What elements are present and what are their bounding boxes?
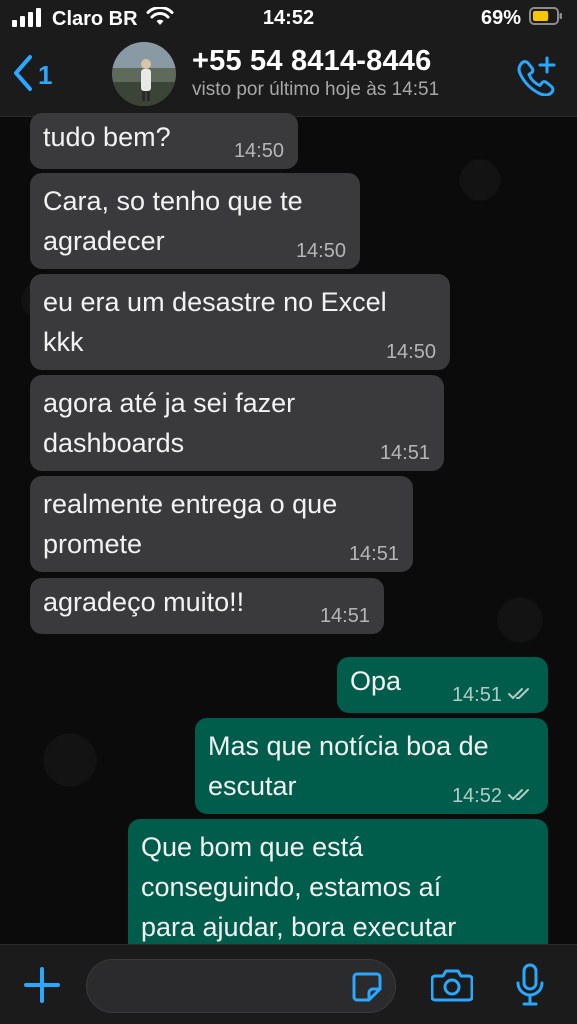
message-text: realmente entrega o que promete [43, 489, 338, 559]
message-time: 14:51 [348, 543, 399, 565]
chat-screen: Claro BR 14:52 69% 1 +55 54 8414-8446 vi… [0, 0, 577, 1024]
last-seen-status: visto por último hoje às 14:51 [192, 79, 440, 100]
attach-button[interactable] [22, 965, 62, 1010]
status-bar: Claro BR 14:52 69% [0, 0, 577, 36]
message-bubble[interactable]: eu era um desastre no Excel kkk 14:50 [30, 274, 450, 370]
message-input[interactable] [86, 959, 396, 1013]
chat-header: 1 +55 54 8414-8446 visto por último hoje… [0, 36, 577, 117]
message-text: Que bom que está conseguindo, estamos aí… [141, 832, 457, 942]
message-bubble[interactable]: Cara, so tenho que te agradecer 14:50 [30, 173, 360, 269]
message-text: eu era um desastre no Excel kkk [43, 287, 387, 357]
message-bubble[interactable]: agradeço muito!! 14:51 [30, 578, 384, 634]
message-time: 14:50 [233, 140, 284, 162]
message-time: 14:51 [319, 605, 370, 627]
double-check-icon [508, 786, 534, 806]
message-bubble[interactable]: Opa 14:51 [337, 657, 548, 713]
chevron-left-icon [12, 54, 34, 97]
microphone-button[interactable] [514, 963, 546, 1012]
message-time: 14:50 [385, 341, 436, 363]
message-time: 14:51 [379, 442, 430, 464]
message-time: 14:51 [451, 684, 502, 706]
status-time: 14:52 [262, 7, 315, 29]
avatar[interactable] [112, 42, 176, 106]
microphone-icon [514, 963, 546, 1011]
battery-icon [529, 7, 563, 30]
unread-count: 1 [38, 60, 53, 90]
camera-button[interactable] [430, 967, 474, 1008]
message-time: 14:52 [451, 785, 502, 807]
message-bubble[interactable]: Mas que notícia boa de escutar 14:52 [195, 718, 548, 814]
message-composer [0, 944, 577, 1024]
message-bubble[interactable]: tudo bem? 14:50 [30, 113, 298, 169]
sticker-icon [351, 972, 383, 1007]
sticker-button[interactable] [351, 971, 383, 1008]
contact-info[interactable]: +55 54 8414-8446 visto por último hoje à… [192, 44, 492, 102]
back-button[interactable]: 1 [12, 54, 52, 97]
double-check-icon [508, 685, 534, 705]
message-bubble[interactable]: Que bom que está conseguindo, estamos aí… [128, 819, 548, 959]
message-bubble[interactable]: agora até ja sei fazer dashboards 14:51 [30, 375, 444, 471]
add-call-button[interactable] [515, 56, 559, 101]
camera-icon [430, 969, 474, 1007]
phone-plus-icon [515, 56, 559, 100]
battery-percent: 69% [480, 7, 521, 29]
message-text: agora até ja sei fazer dashboards [43, 388, 296, 458]
message-time: 14:50 [295, 240, 346, 262]
contact-name: +55 54 8414-8446 [192, 45, 432, 77]
message-bubble[interactable]: realmente entrega o que promete 14:51 [30, 476, 413, 572]
plus-icon [22, 967, 62, 1009]
